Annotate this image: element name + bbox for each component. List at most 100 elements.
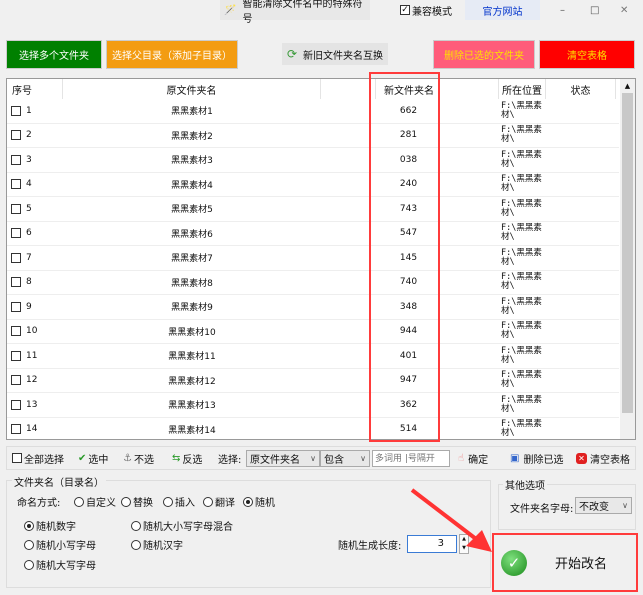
row-seq[interactable]: 7 (11, 246, 63, 270)
mode-radio[interactable]: 随机 (243, 494, 275, 509)
swap-names-button[interactable]: ⟳ 新旧文件夹名互换 (282, 43, 388, 65)
delete-selected-folders-button[interactable]: 删除已选的文件夹 (433, 40, 535, 69)
maximize-button[interactable]: □ (590, 0, 599, 20)
row-checkbox[interactable] (11, 105, 21, 116)
delete-selected-button[interactable]: ▣ 删除已选 (510, 448, 563, 468)
table-row[interactable]: 9 黑黑素材9 348 F:\黑黑素材\ (7, 295, 619, 320)
keyword-input[interactable] (372, 450, 450, 467)
field-select[interactable]: 原文件夹名 ∨ (246, 450, 320, 467)
start-rename-button[interactable]: ✓ 开始改名 (492, 533, 638, 592)
row-seq[interactable]: 2 (11, 124, 63, 148)
table-row[interactable]: 14 黑黑素材14 514 F:\黑黑素材\ (7, 418, 619, 440)
table-row[interactable]: 1 黑黑素材1 662 F:\黑黑素材\ (7, 99, 619, 124)
row-seq[interactable]: 6 (11, 222, 63, 246)
minimize-button[interactable]: – (560, 0, 565, 20)
check-button[interactable]: ✔ 选中 (78, 448, 108, 468)
row-location: F:\黑黑素材\ (501, 345, 542, 365)
table-row[interactable]: 7 黑黑素材7 145 F:\黑黑素材\ (7, 246, 619, 271)
match-select[interactable]: 包含 ∨ (320, 450, 370, 467)
header-seq[interactable]: 序号 (7, 79, 63, 99)
smart-clean-button[interactable]: 🪄 智能清除文件名中的特殊符号 (220, 0, 370, 25)
row-checkbox[interactable] (11, 154, 21, 165)
row-seq[interactable]: 3 (11, 148, 63, 172)
row-checkbox[interactable] (11, 130, 21, 141)
row-seq-number: 11 (26, 350, 38, 361)
vertical-scrollbar[interactable]: ▲ (620, 79, 635, 439)
row-seq[interactable]: 8 (11, 271, 63, 295)
row-checkbox[interactable] (11, 399, 21, 410)
match-value: 包含 (324, 455, 344, 466)
random-option-radio[interactable]: 随机数字 (24, 518, 76, 533)
row-seq[interactable]: 1 (11, 99, 63, 123)
table-row[interactable]: 10 黑黑素材10 944 F:\黑黑素材\ (7, 320, 619, 344)
row-seq[interactable]: 12 (11, 369, 63, 393)
random-option-radio[interactable]: 随机汉字 (131, 537, 183, 552)
select-folders-button[interactable]: 选择多个文件夹 (6, 40, 102, 69)
mode-radio[interactable]: 翻译 (203, 494, 235, 509)
row-checkbox[interactable] (11, 375, 21, 386)
header-original[interactable]: 原文件夹名 (63, 79, 321, 99)
random-option-label: 随机汉字 (143, 541, 183, 552)
row-checkbox[interactable] (11, 326, 21, 337)
row-seq[interactable]: 11 (11, 344, 63, 368)
chevron-down-icon: ∨ (310, 454, 316, 463)
clear-table-small-button[interactable]: ✕ 清空表格 (576, 448, 630, 468)
row-seq-number: 12 (26, 375, 38, 386)
mode-radio[interactable]: 替换 (121, 494, 153, 509)
row-checkbox[interactable] (11, 179, 21, 190)
clear-table-label: 清空表格 (590, 454, 630, 466)
table-row[interactable]: 2 黑黑素材2 281 F:\黑黑素材\ (7, 124, 619, 148)
official-website-link[interactable]: 官方网站 (465, 0, 540, 20)
row-checkbox[interactable] (11, 424, 21, 435)
random-option-radio[interactable]: 随机大写字母 (24, 557, 96, 572)
header-location[interactable]: 所在位置 (499, 79, 546, 99)
row-original-name: 黑黑素材4 (171, 180, 213, 191)
confirm-button[interactable]: ☝ 确定 (458, 448, 488, 468)
row-checkbox[interactable] (11, 228, 21, 239)
row-seq[interactable]: 10 (11, 320, 63, 344)
row-seq-number: 5 (26, 203, 32, 214)
close-button[interactable]: ✕ (620, 0, 628, 20)
row-original-name: 黑黑素材6 (171, 229, 213, 240)
random-option-radio[interactable]: 随机大小写字母混合 (131, 518, 233, 533)
header-status[interactable]: 状态 (546, 79, 616, 99)
compat-mode-checkbox[interactable]: ✓ 兼容模式 (400, 0, 452, 20)
check-circle-icon: ✔ (78, 452, 87, 464)
mode-label: 命名方式: (17, 498, 61, 509)
row-location: F:\黑黑素材\ (501, 198, 542, 218)
select-all-checkbox[interactable]: 全部选择 (12, 448, 64, 468)
table-row[interactable]: 6 黑黑素材6 547 F:\黑黑素材\ (7, 222, 619, 246)
mode-radio[interactable]: 自定义 (74, 494, 116, 509)
checkbox-icon (12, 453, 22, 463)
table-row[interactable]: 13 黑黑素材13 362 F:\黑黑素材\ (7, 393, 619, 418)
red-x-icon: ✕ (576, 452, 587, 464)
table-row[interactable]: 12 黑黑素材12 947 F:\黑黑素材\ (7, 369, 619, 393)
table-row[interactable]: 5 黑黑素材5 743 F:\黑黑素材\ (7, 197, 619, 222)
uncheck-button[interactable]: ⚓ 不选 (123, 448, 154, 468)
row-seq[interactable]: 9 (11, 295, 63, 319)
row-checkbox[interactable] (11, 203, 21, 214)
row-seq[interactable]: 4 (11, 173, 63, 197)
scroll-up-arrow[interactable]: ▲ (620, 79, 635, 93)
row-checkbox[interactable] (11, 277, 21, 288)
mode-radio[interactable]: 插入 (163, 494, 195, 509)
row-seq[interactable]: 14 (11, 418, 63, 440)
scroll-thumb[interactable] (622, 93, 633, 413)
row-seq-number: 6 (26, 228, 32, 239)
invert-button[interactable]: ⇆ 反选 (172, 448, 202, 468)
table-row[interactable]: 4 黑黑素材4 240 F:\黑黑素材\ (7, 173, 619, 197)
select-parent-button[interactable]: 选择父目录（添加子目录） (106, 40, 238, 69)
row-checkbox[interactable] (11, 252, 21, 263)
case-select[interactable]: 不改变 ∨ (575, 497, 632, 514)
table-row[interactable]: 3 黑黑素材3 038 F:\黑黑素材\ (7, 148, 619, 173)
clear-table-button[interactable]: 清空表格 (539, 40, 635, 69)
table-row[interactable]: 11 黑黑素材11 401 F:\黑黑素材\ (7, 344, 619, 369)
row-status (546, 246, 616, 270)
row-seq[interactable]: 5 (11, 197, 63, 221)
radio-icon (131, 539, 141, 550)
random-option-radio[interactable]: 随机小写字母 (24, 537, 96, 552)
row-checkbox[interactable] (11, 350, 21, 361)
row-checkbox[interactable] (11, 301, 21, 312)
table-row[interactable]: 8 黑黑素材8 740 F:\黑黑素材\ (7, 271, 619, 295)
row-seq[interactable]: 13 (11, 393, 63, 417)
